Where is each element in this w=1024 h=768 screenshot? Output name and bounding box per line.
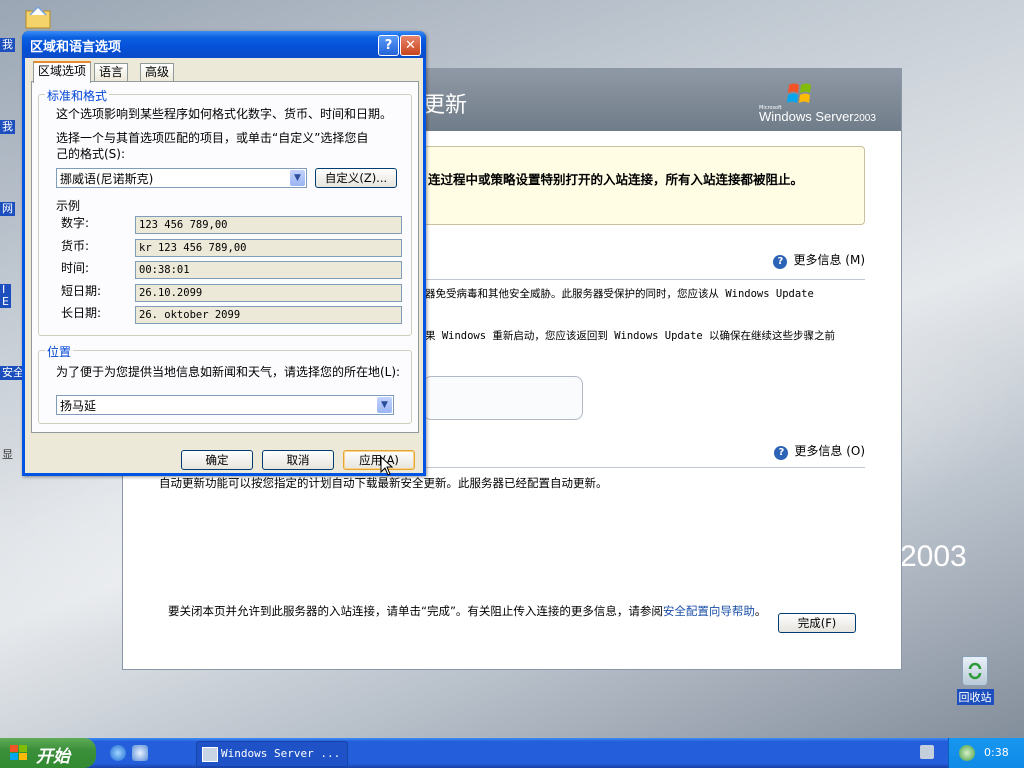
sample-currency-label: 货币: bbox=[61, 239, 90, 253]
desktop-label-3[interactable]: 网 bbox=[0, 202, 15, 216]
apply-button[interactable]: 应用(A) bbox=[343, 450, 415, 470]
desktop-folder-icon[interactable] bbox=[24, 3, 51, 34]
windows-flag-icon bbox=[10, 745, 27, 760]
sample-long-date-label: 长日期: bbox=[61, 306, 102, 320]
mouse-cursor-icon bbox=[380, 456, 394, 476]
tab-languages[interactable]: 语言 bbox=[94, 63, 129, 81]
standards-group-label: 标准和格式 bbox=[45, 87, 110, 104]
location-select-value: 扬马延 bbox=[60, 399, 97, 413]
window-icon bbox=[202, 747, 218, 762]
dialog-body: 区域选项 语言 高级 标准和格式 这个选项影响到某些程序如何格式化数字、货币、时… bbox=[25, 58, 423, 473]
sample-time-label: 时间: bbox=[61, 261, 90, 275]
windows-server-logo: Microsoft Windows Server2003 bbox=[759, 81, 883, 125]
desktop-label-2[interactable]: 我 bbox=[0, 120, 15, 134]
recycle-bin[interactable]: 回收站 bbox=[954, 656, 996, 705]
start-label: 开始 bbox=[36, 747, 70, 767]
divider-1 bbox=[423, 279, 865, 280]
regional-options-dialog: 区域和语言选项 ? ✕ 区域选项 语言 高级 标准和格式 这个选项影响到某些程序… bbox=[22, 31, 426, 476]
finish-instructions: 要关闭本页并允许到此服务器的入站连接，请单击“完成”。有关阻止传入连接的更多信息… bbox=[168, 604, 767, 618]
format-select[interactable]: 挪威语(尼诺斯克) ▼ bbox=[56, 168, 307, 188]
format-select-value: 挪威语(尼诺斯克) bbox=[60, 172, 154, 186]
clock[interactable]: 0:38 bbox=[984, 746, 1009, 759]
scw-help-link[interactable]: 安全配置向导帮助 bbox=[663, 604, 755, 618]
close-button[interactable]: ✕ bbox=[400, 35, 421, 56]
select-prompt-1: 选择一个与其首选项匹配的项目，或单击“自定义”选择您自 bbox=[56, 131, 369, 145]
ie-icon[interactable] bbox=[110, 745, 126, 761]
tab-panel: 标准和格式 这个选项影响到某些程序如何格式化数字、货币、时间和日期。 选择一个与… bbox=[31, 81, 419, 433]
tab-regional-options[interactable]: 区域选项 bbox=[33, 61, 92, 83]
recycle-bin-icon bbox=[962, 656, 988, 686]
dialog-title: 区域和语言选项 bbox=[30, 40, 122, 55]
cancel-button[interactable]: 取消 bbox=[262, 450, 334, 470]
taskbar: 开始 Windows Server ... 0:38 bbox=[0, 738, 1024, 768]
desktop-brand-2003: 2003 bbox=[900, 540, 967, 573]
warning-box: 连过程中或策略设置特别打开的入站连接，所有入站连接都被阻止。 bbox=[423, 146, 865, 225]
scw-info-box bbox=[423, 376, 583, 420]
select-prompt-2: 己的格式(S): bbox=[56, 147, 126, 161]
warning-text: 连过程中或策略设置特别打开的入站连接，所有入站连接都被阻止。 bbox=[428, 172, 804, 187]
location-group: 位置 为了便于为您提供当地信息如新闻和天气，请选择您的所在地(L): 扬马延 ▼ bbox=[38, 343, 412, 424]
sample-number-field: 123 456 789,00 bbox=[135, 216, 402, 234]
sample-short-date-field: 26.10.2099 bbox=[135, 284, 402, 302]
sample-currency-field: kr 123 456 789,00 bbox=[135, 239, 402, 257]
scw-paragraph-1: 器免受病毒和其他安全威胁。此服务器受保护的同时，您应该从 Windows Upd… bbox=[425, 288, 814, 300]
recycle-bin-label: 回收站 bbox=[956, 689, 994, 705]
folder-icon bbox=[25, 5, 51, 29]
tab-advanced[interactable]: 高级 bbox=[140, 63, 175, 81]
standards-description: 这个选项影响到某些程序如何格式化数字、货币、时间和日期。 bbox=[56, 107, 393, 121]
chevron-down-icon[interactable]: ▼ bbox=[290, 170, 305, 186]
sample-long-date-field: 26. oktober 2099 bbox=[135, 306, 402, 324]
sample-time-field: 00:38:01 bbox=[135, 261, 402, 279]
taskbar-window-label: Windows Server ... bbox=[221, 747, 341, 760]
logo-name: Windows Server2003 bbox=[759, 109, 876, 124]
location-select[interactable]: 扬马延 ▼ bbox=[56, 395, 394, 415]
scw-paragraph-2: 果 Windows 重新启动，您应该返回到 Windows Update 以确保… bbox=[425, 330, 836, 342]
start-button[interactable]: 开始 bbox=[0, 738, 96, 768]
auto-update-text: 自动更新功能可以按您指定的计划自动下载最新安全更新。此服务器已经配置自动更新。 bbox=[159, 476, 608, 490]
more-info-link-1[interactable]: ? 更多信息 (M) bbox=[773, 251, 865, 269]
location-description: 为了便于为您提供当地信息如新闻和天气，请选择您的所在地(L): bbox=[56, 365, 401, 379]
desktop-label-1[interactable]: 我 bbox=[0, 38, 15, 52]
desktop-label-6[interactable]: 显 bbox=[0, 448, 15, 462]
location-group-label: 位置 bbox=[45, 343, 74, 360]
sample-number-label: 数字: bbox=[61, 216, 90, 230]
quicklaunch-icon[interactable] bbox=[132, 745, 148, 761]
tray-security-icon[interactable] bbox=[959, 745, 975, 761]
more-info-link-2[interactable]: ? 更多信息 (O) bbox=[774, 442, 865, 460]
ok-button[interactable]: 确定 bbox=[181, 450, 253, 470]
tray-network-icon[interactable] bbox=[920, 745, 934, 759]
help-icon: ? bbox=[774, 446, 789, 460]
system-tray: 0:38 bbox=[948, 738, 1024, 768]
finish-button[interactable]: 完成(F) bbox=[778, 613, 856, 633]
sample-short-date-label: 短日期: bbox=[61, 284, 102, 298]
desktop-label-4[interactable]: I E bbox=[0, 284, 11, 308]
divider-2 bbox=[423, 467, 865, 468]
customize-button[interactable]: 自定义(Z)... bbox=[315, 168, 397, 188]
dialog-titlebar[interactable]: 区域和语言选项 ? ✕ bbox=[22, 31, 426, 58]
chevron-down-icon[interactable]: ▼ bbox=[377, 397, 392, 413]
standards-group: 标准和格式 这个选项影响到某些程序如何格式化数字、货币、时间和日期。 选择一个与… bbox=[38, 87, 412, 336]
sample-label: 示例 bbox=[56, 199, 81, 213]
help-icon: ? bbox=[773, 255, 788, 269]
taskbar-window-button[interactable]: Windows Server ... bbox=[196, 741, 348, 767]
windows-flag-icon bbox=[787, 83, 811, 103]
scw-title: 更新 bbox=[423, 93, 468, 118]
help-button[interactable]: ? bbox=[378, 35, 399, 56]
